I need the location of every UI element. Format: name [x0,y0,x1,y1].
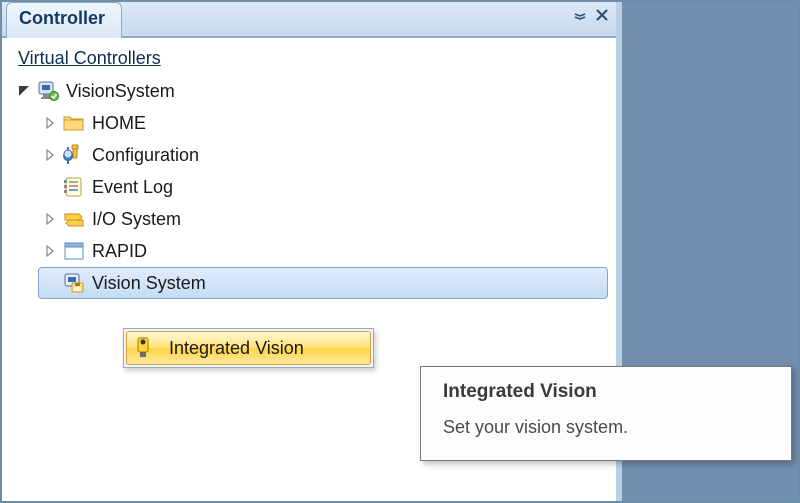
tree-label: HOME [92,113,146,134]
window-icon [62,239,86,263]
tree-label: Vision System [92,273,206,294]
tools-icon [62,143,86,167]
tooltip-body: Set your vision system. [443,417,773,438]
tree-label: I/O System [92,209,181,230]
log-icon [62,175,86,199]
context-menu: Integrated Vision [123,328,374,368]
tab-controller[interactable]: Controller [6,2,122,38]
expand-icon[interactable] [42,147,58,163]
tree-item-home[interactable]: HOME [38,107,608,139]
close-icon[interactable] [596,9,608,25]
tree-label: RAPID [92,241,147,262]
io-icon [62,207,86,231]
tree-label: Configuration [92,145,199,166]
expand-icon[interactable] [42,243,58,259]
camera-icon [133,337,155,359]
tab-label: Controller [19,8,105,28]
dropdown-icon[interactable] [574,9,586,25]
controller-icon [36,79,60,103]
tree-item-visionsystem[interactable]: Vision System [38,267,608,299]
tooltip-title: Integrated Vision [443,381,773,403]
tree-item-configuration[interactable]: Configuration [38,139,608,171]
tree-item-rapid[interactable]: RAPID [38,235,608,267]
tree-label: VisionSystem [66,81,175,102]
tree-item-iosystem[interactable]: I/O System [38,203,608,235]
collapse-icon[interactable] [16,83,32,99]
context-menu-item-integrated-vision[interactable]: Integrated Vision [126,331,371,365]
tooltip: Integrated Vision Set your vision system… [420,366,792,461]
folder-icon [62,111,86,135]
expand-icon[interactable] [42,211,58,227]
context-menu-label: Integrated Vision [169,338,304,359]
tab-strip: Controller [2,2,616,38]
tree-root: VisionSystem HO [12,75,608,299]
app-window: Controller Virtual Controllers [0,0,800,503]
tree-label: Event Log [92,177,173,198]
tree-item-eventlog[interactable]: Event Log [38,171,608,203]
tree-item-visionsystem-root[interactable]: VisionSystem [12,75,608,107]
tab-tools [574,9,608,25]
expand-icon[interactable] [42,115,58,131]
camera-save-icon [62,271,86,295]
section-title[interactable]: Virtual Controllers [18,48,608,69]
